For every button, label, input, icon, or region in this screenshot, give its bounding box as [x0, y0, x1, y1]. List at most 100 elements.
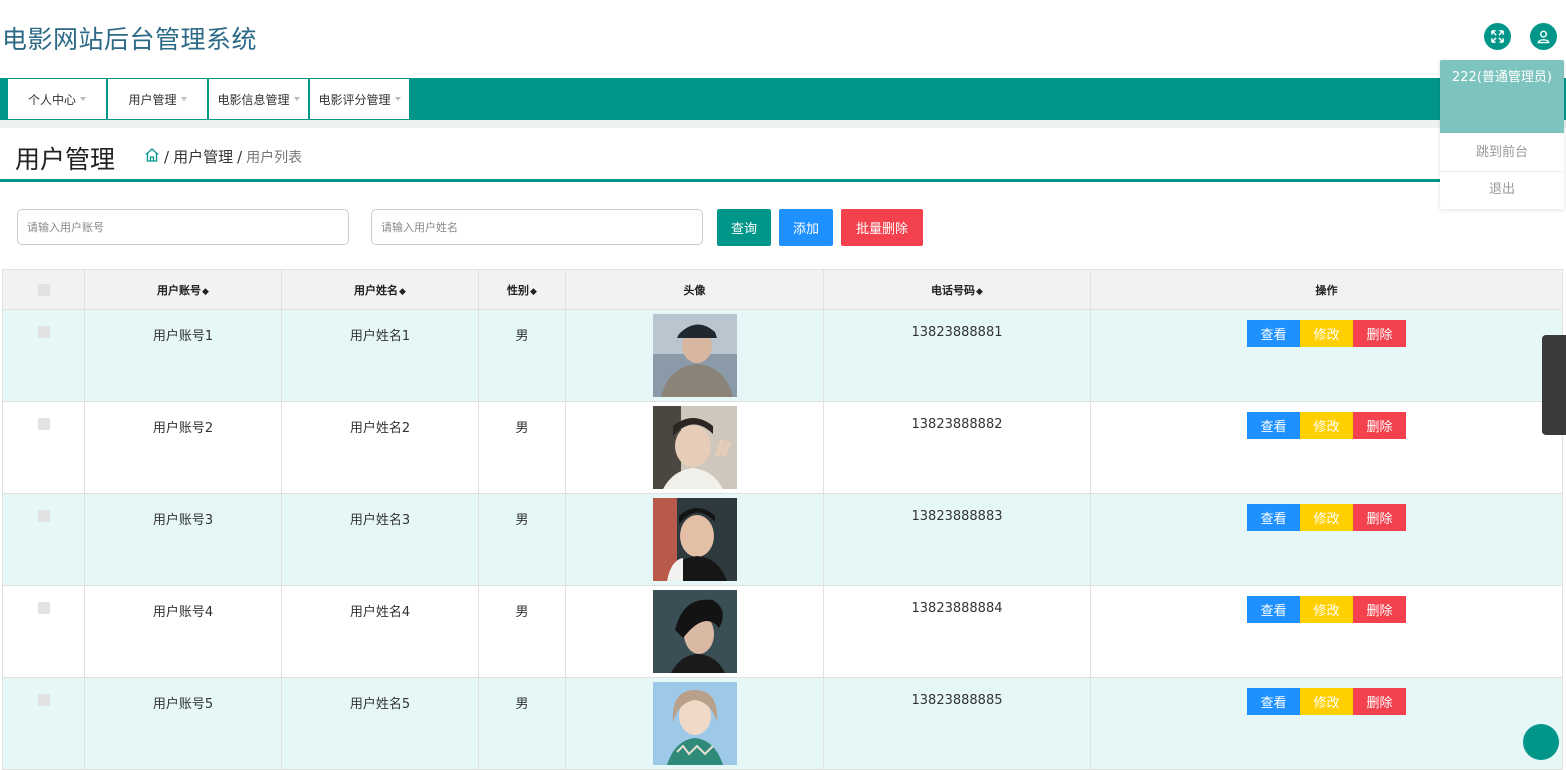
account-cell: 用户账号4 — [84, 585, 282, 678]
delete-button[interactable]: 删除 — [1353, 596, 1406, 623]
nav-item-personal[interactable]: 个人中心 — [8, 79, 106, 119]
phone-cell: 13823888883 — [823, 493, 1091, 586]
row-checkbox[interactable] — [37, 510, 50, 522]
nav-item-users[interactable]: 用户管理 — [108, 79, 207, 119]
actions-cell: 查看 修改 删除 — [1090, 585, 1563, 678]
query-button[interactable]: 查询 — [717, 209, 771, 246]
goto-front-link[interactable]: 跳到前台 — [1440, 135, 1564, 171]
avatar — [652, 406, 737, 489]
header-gender-label: 性别 — [507, 283, 530, 297]
account-text: 用户账号4 — [152, 605, 214, 620]
sort-icon[interactable]: ◆ — [202, 287, 209, 297]
home-icon[interactable] — [144, 147, 160, 167]
actions-cell: 查看 修改 删除 — [1090, 401, 1563, 494]
name-text: 用户姓名3 — [349, 513, 411, 528]
nav-item-movie-ratings[interactable]: 电影评分管理 — [310, 79, 409, 119]
avatar-cell — [565, 677, 824, 770]
gender-cell: 男 — [478, 401, 566, 494]
view-button[interactable]: 查看 — [1247, 320, 1300, 347]
caret-down-icon — [394, 97, 401, 101]
breadcrumb: / 用户管理 / 用户列表 — [144, 146, 302, 167]
sort-icon[interactable]: ◆ — [530, 287, 537, 297]
table-row: 用户账号5 用户姓名5 男 13823888885 查看 修改 删除 — [2, 677, 1563, 770]
select-cell — [2, 401, 85, 494]
phone-text: 13823888881 — [911, 325, 1003, 340]
edit-button[interactable]: 修改 — [1300, 596, 1353, 623]
avatar-cell — [565, 309, 824, 402]
avatar — [652, 590, 737, 673]
edit-button[interactable]: 修改 — [1300, 688, 1353, 715]
gender-text: 男 — [515, 605, 529, 620]
edit-button[interactable]: 修改 — [1300, 504, 1353, 531]
view-button[interactable]: 查看 — [1247, 688, 1300, 715]
delete-button[interactable]: 删除 — [1353, 412, 1406, 439]
breadcrumb-separator: / — [237, 147, 243, 166]
avatar-cell — [565, 585, 824, 678]
add-button[interactable]: 添加 — [779, 209, 833, 246]
fullscreen-icon[interactable] — [1484, 23, 1511, 50]
header-account[interactable]: 用户账号◆ — [84, 269, 282, 310]
gender-cell: 男 — [478, 585, 566, 678]
top-nav: 个人中心 用户管理 电影信息管理 电影评分管理 — [0, 78, 1566, 120]
nav-item-label: 个人中心 — [27, 92, 76, 107]
table-row: 用户账号2 用户姓名2 男 13823888882 查看 修改 删除 — [2, 401, 1563, 494]
table-row: 用户账号1 用户姓名1 男 13823888881 查看 修改 删除 — [2, 309, 1563, 402]
caret-down-icon — [180, 97, 187, 101]
row-checkbox[interactable] — [37, 418, 50, 430]
phone-text: 13823888884 — [911, 601, 1003, 616]
name-cell: 用户姓名3 — [281, 493, 479, 586]
name-text: 用户姓名4 — [349, 605, 411, 620]
header-phone-label: 电话号码 — [931, 283, 976, 297]
avatar — [652, 498, 737, 581]
app-title: 电影网站后台管理系统 — [2, 25, 258, 54]
phone-cell: 13823888881 — [823, 309, 1091, 402]
caret-down-icon — [80, 97, 86, 101]
floating-action-button[interactable] — [1523, 724, 1559, 760]
logout-link[interactable]: 退出 — [1440, 171, 1564, 208]
name-text: 用户姓名1 — [349, 329, 411, 344]
delete-button[interactable]: 删除 — [1353, 688, 1406, 715]
header-actions-label: 操作 — [1315, 283, 1338, 297]
view-button[interactable]: 查看 — [1247, 504, 1300, 531]
row-checkbox[interactable] — [37, 602, 50, 614]
name-text: 用户姓名5 — [349, 697, 411, 712]
select-all-checkbox[interactable] — [37, 283, 50, 296]
row-checkbox[interactable] — [37, 326, 50, 338]
sort-icon[interactable]: ◆ — [976, 287, 983, 297]
actions-cell: 查看 修改 删除 — [1090, 677, 1563, 770]
delete-button[interactable]: 删除 — [1353, 504, 1406, 531]
select-all-cell — [2, 269, 85, 310]
avatar-cell — [565, 493, 824, 586]
name-cell: 用户姓名5 — [281, 677, 479, 770]
delete-button[interactable]: 删除 — [1353, 320, 1406, 347]
avatar-cell — [565, 401, 824, 494]
name-search-input[interactable] — [371, 209, 703, 245]
breadcrumb-separator: / — [164, 147, 170, 166]
view-button[interactable]: 查看 — [1247, 412, 1300, 439]
view-button[interactable]: 查看 — [1247, 596, 1300, 623]
header-avatar: 头像 — [565, 269, 824, 310]
gender-cell: 男 — [478, 677, 566, 770]
row-checkbox[interactable] — [37, 694, 50, 706]
edit-button[interactable]: 修改 — [1300, 412, 1353, 439]
nav-item-movie-info[interactable]: 电影信息管理 — [209, 79, 308, 119]
user-icon[interactable] — [1530, 23, 1557, 50]
breadcrumb-current: 用户列表 — [246, 149, 303, 166]
title-underline — [0, 179, 1440, 182]
header-avatar-label: 头像 — [683, 283, 706, 297]
gender-cell: 男 — [478, 493, 566, 586]
phone-text: 13823888882 — [911, 417, 1003, 432]
sort-icon[interactable]: ◆ — [399, 287, 406, 297]
header-phone[interactable]: 电话号码◆ — [823, 269, 1091, 310]
account-search-input[interactable] — [17, 209, 349, 245]
breadcrumb-item[interactable]: 用户管理 — [173, 146, 233, 167]
header-gender[interactable]: 性别◆ — [478, 269, 566, 310]
edit-button[interactable]: 修改 — [1300, 320, 1353, 347]
select-cell — [2, 309, 85, 402]
header-name[interactable]: 用户姓名◆ — [281, 269, 479, 310]
avatar — [652, 682, 737, 765]
batch-delete-button[interactable]: 批量删除 — [841, 209, 923, 246]
table-header-row: 用户账号◆ 用户姓名◆ 性别◆ 头像 电话号码◆ 操作 — [2, 269, 1563, 310]
account-text: 用户账号3 — [152, 513, 214, 528]
side-panel-toggle[interactable] — [1542, 335, 1566, 435]
